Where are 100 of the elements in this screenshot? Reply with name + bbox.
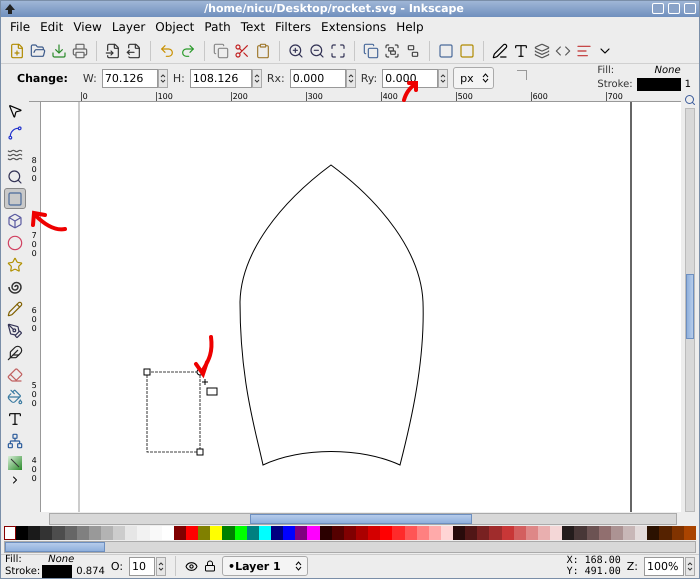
menu-item[interactable]: Extensions <box>316 20 392 34</box>
color-swatch[interactable] <box>392 526 404 540</box>
number-field[interactable]: 0.000 <box>382 68 438 88</box>
redo-icon[interactable] <box>180 42 196 59</box>
menu-item[interactable]: Object <box>150 20 200 34</box>
color-swatch[interactable] <box>64 526 77 540</box>
eye-icon[interactable] <box>185 560 198 573</box>
unit-dropdown[interactable]: px <box>453 67 494 90</box>
color-swatch[interactable] <box>684 526 696 540</box>
import-icon[interactable] <box>105 42 121 59</box>
ungroup-icon[interactable] <box>405 42 421 59</box>
opacity-field[interactable]: 10 <box>129 556 156 576</box>
color-swatch[interactable] <box>210 526 222 540</box>
color-swatch[interactable] <box>368 526 380 540</box>
color-swatch[interactable] <box>100 526 114 540</box>
color-swatch[interactable] <box>404 526 417 540</box>
menu-item[interactable]: Path <box>199 20 236 34</box>
color-swatch[interactable] <box>40 526 52 540</box>
align-icon[interactable] <box>576 42 592 59</box>
horizontal-scrollbar[interactable] <box>49 513 677 526</box>
color-swatch[interactable] <box>320 526 332 540</box>
download-icon[interactable] <box>51 42 67 59</box>
zoom-field[interactable]: 100% <box>644 556 684 576</box>
layer-dropdown[interactable]: •Layer 1 <box>222 556 308 576</box>
color-swatch[interactable] <box>623 526 636 540</box>
number-field[interactable]: 108.126 <box>190 68 252 88</box>
color-swatch[interactable] <box>550 526 562 540</box>
menu-item[interactable]: Help <box>391 20 429 34</box>
color-swatch[interactable] <box>150 526 162 540</box>
color-swatch[interactable] <box>222 526 235 540</box>
zoom-out-icon[interactable] <box>309 42 325 59</box>
color-swatch[interactable] <box>598 526 611 540</box>
color-swatch[interactable] <box>453 526 466 540</box>
color-swatch[interactable] <box>380 526 392 540</box>
maximize-button[interactable] <box>668 3 680 14</box>
color-swatch[interactable] <box>574 526 587 540</box>
color-swatch[interactable] <box>440 526 454 540</box>
color-swatch[interactable] <box>186 526 198 540</box>
zoom-fit-icon[interactable] <box>330 42 346 59</box>
color-swatch[interactable] <box>672 526 684 540</box>
spin-button[interactable] <box>158 68 168 88</box>
palette-scrollbar[interactable] <box>4 540 696 553</box>
spin-button[interactable] <box>346 68 356 88</box>
color-swatch[interactable] <box>489 526 502 540</box>
spin-button[interactable] <box>685 556 695 576</box>
color-swatch[interactable] <box>283 526 296 540</box>
stroke-swatch[interactable] <box>636 78 681 92</box>
color-swatch[interactable] <box>647 526 660 540</box>
color-swatch[interactable] <box>88 526 101 540</box>
stroke-swatch[interactable] <box>42 565 72 578</box>
new-document-icon[interactable] <box>9 42 25 59</box>
color-swatch[interactable] <box>76 526 89 540</box>
color-swatch[interactable] <box>52 526 65 540</box>
color-swatch[interactable] <box>465 526 478 540</box>
undo-icon[interactable] <box>159 42 175 59</box>
color-swatch[interactable] <box>502 526 514 540</box>
color-swatch[interactable] <box>356 526 368 540</box>
color-swatch[interactable] <box>514 526 526 540</box>
color-swatch[interactable] <box>113 526 126 540</box>
number-field[interactable]: 70.126 <box>102 68 158 88</box>
menu-item[interactable]: Text <box>236 20 270 34</box>
color-swatch[interactable] <box>307 526 320 540</box>
printer-icon[interactable] <box>72 42 88 59</box>
vertical-scrollbar[interactable] <box>684 108 695 512</box>
selected-rectangle[interactable] <box>143 368 204 456</box>
color-swatch[interactable] <box>125 526 138 540</box>
color-swatch[interactable] <box>562 526 574 540</box>
color-swatch[interactable] <box>344 526 356 540</box>
color-swatch[interactable] <box>234 526 247 540</box>
color-swatch[interactable] <box>162 526 174 540</box>
color-swatch[interactable] <box>416 526 429 540</box>
spin-button[interactable] <box>156 556 166 576</box>
spin-button[interactable] <box>438 68 448 88</box>
zoom-in-icon[interactable] <box>288 42 304 59</box>
close-button[interactable] <box>684 3 696 14</box>
color-swatch[interactable] <box>174 526 186 540</box>
pen-icon[interactable] <box>492 42 508 59</box>
minimize-button[interactable] <box>652 3 664 14</box>
no-paint-swatch[interactable] <box>4 526 16 540</box>
color-swatch[interactable] <box>428 526 441 540</box>
color-swatch[interactable] <box>477 526 490 540</box>
color-swatch[interactable] <box>198 526 210 540</box>
color-swatch[interactable] <box>295 526 308 540</box>
export-icon[interactable] <box>126 42 142 59</box>
menu-item[interactable]: Layer <box>106 20 150 34</box>
color-swatch[interactable] <box>332 526 344 540</box>
color-swatch[interactable] <box>526 526 538 540</box>
scissors-icon[interactable] <box>234 42 250 59</box>
color-swatch[interactable] <box>16 526 28 540</box>
menu-item[interactable]: Edit <box>35 20 68 34</box>
color-swatch[interactable] <box>246 526 259 540</box>
clipboard-icon[interactable] <box>255 42 271 59</box>
menu-item[interactable]: View <box>68 20 107 34</box>
type-icon[interactable] <box>513 42 529 59</box>
color-swatch[interactable] <box>258 526 271 540</box>
color-swatch[interactable] <box>635 526 648 540</box>
zoom-icon[interactable] <box>684 94 696 106</box>
color-swatch[interactable] <box>538 526 550 540</box>
color-swatch[interactable] <box>28 526 40 540</box>
lock-icon[interactable] <box>204 560 216 572</box>
